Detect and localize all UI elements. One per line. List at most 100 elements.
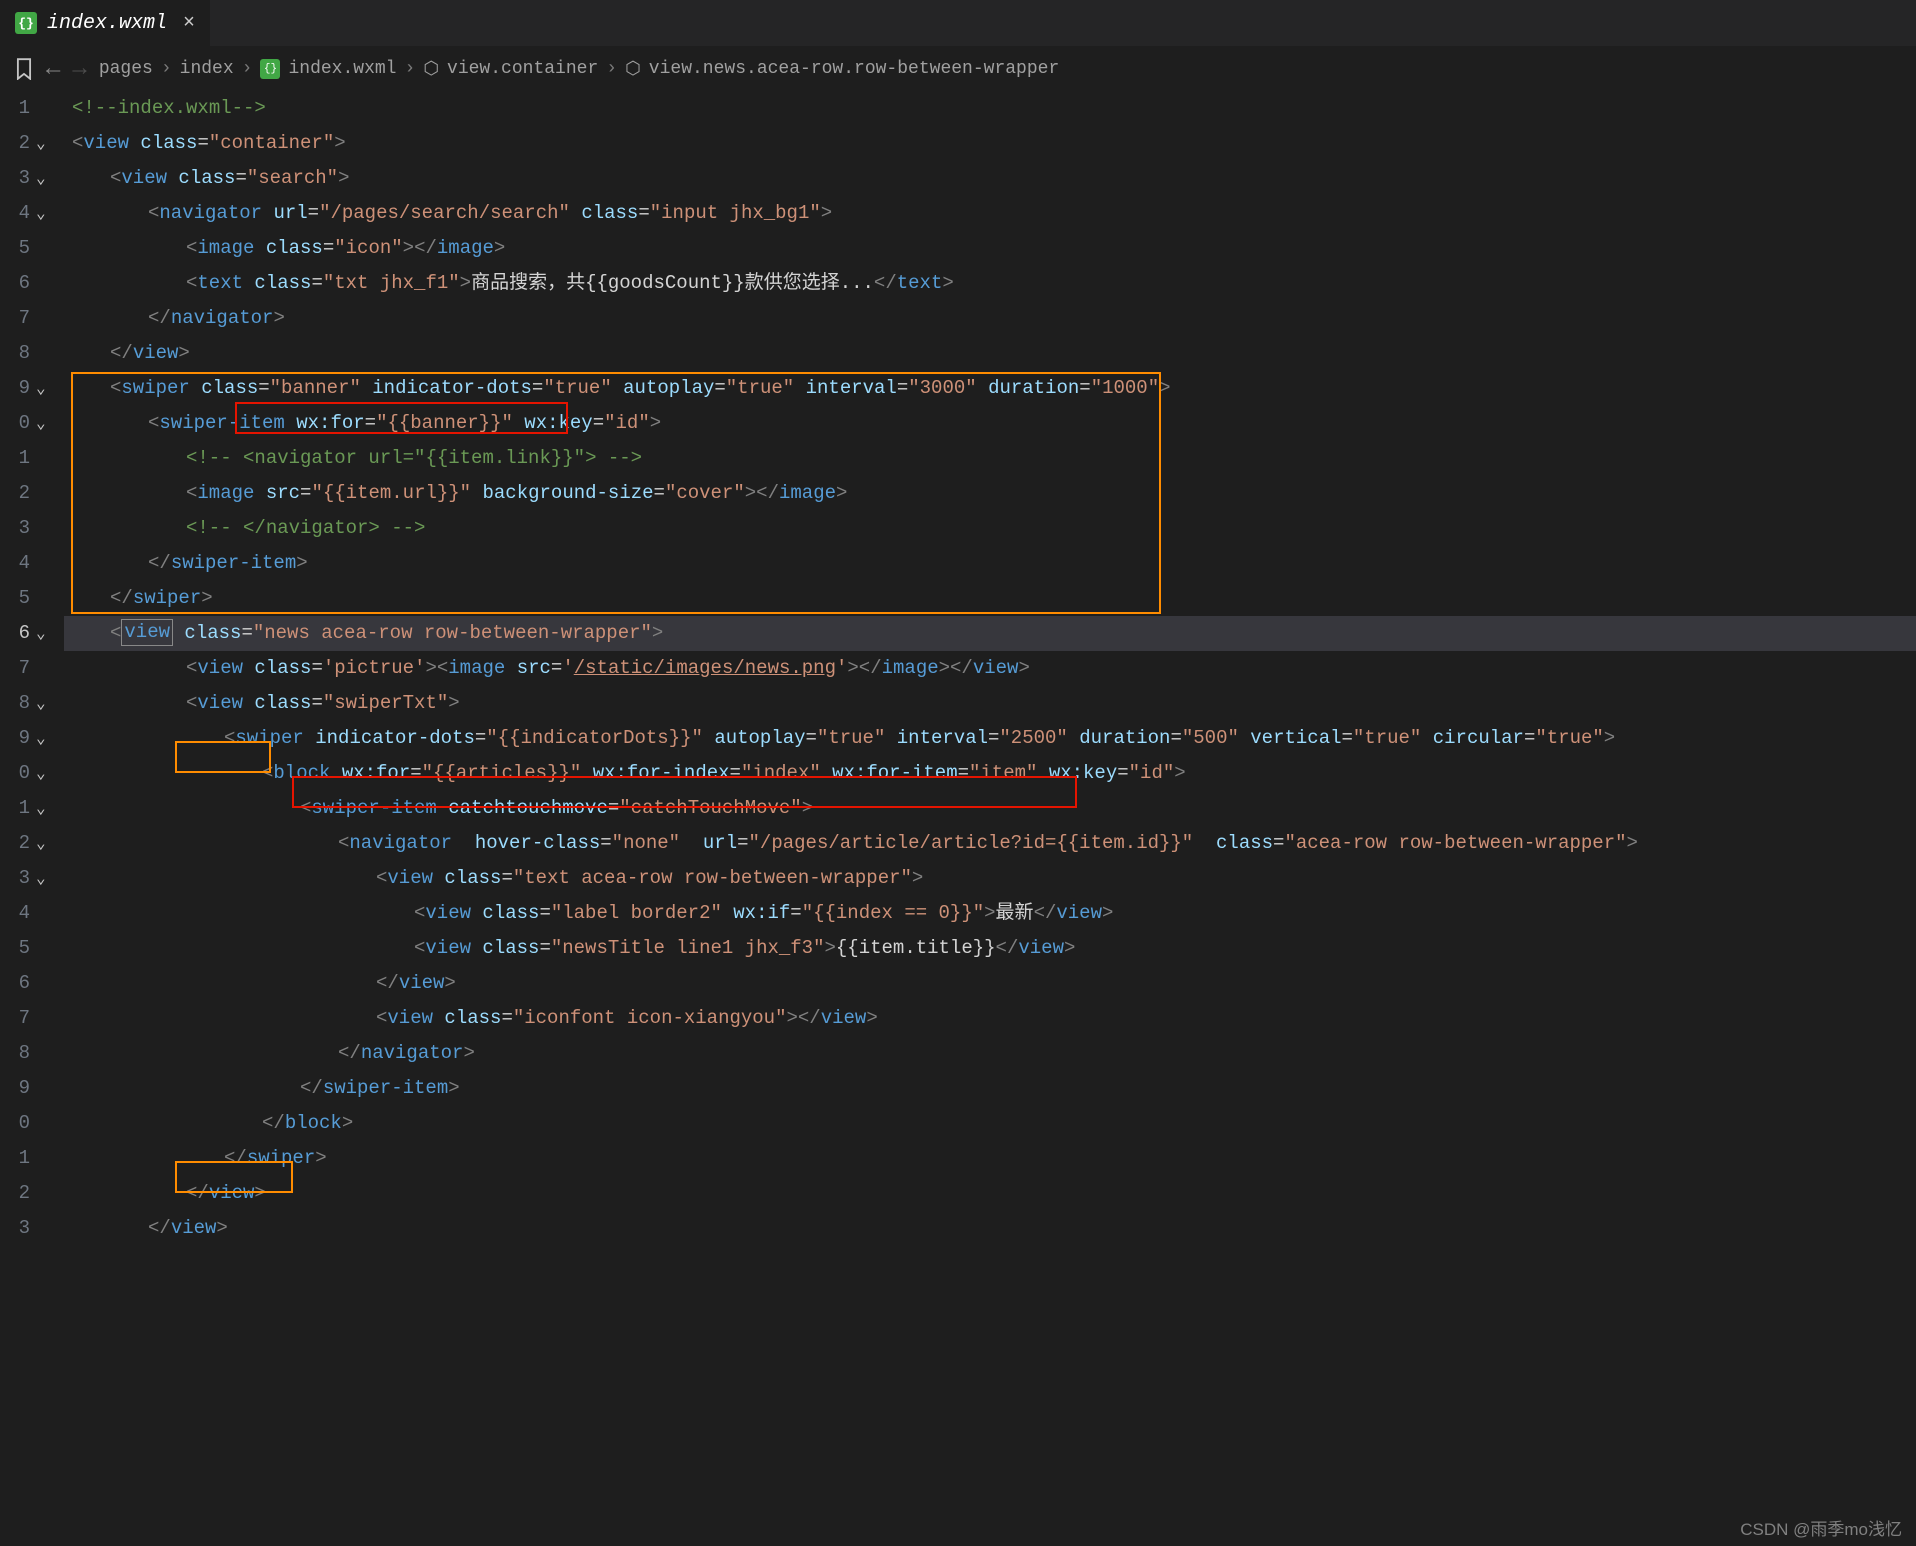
fold-chevron-icon[interactable]: ⌄ (36, 800, 46, 818)
line-number: 4 (0, 196, 30, 231)
nav-back-icon[interactable]: ← (46, 56, 60, 83)
code-line[interactable]: <view class="search"> (64, 161, 1916, 196)
line-number-gutter: 123456789012345678901234567890123 (0, 91, 36, 1246)
fold-chevron-icon[interactable]: ⌄ (36, 835, 46, 853)
code-line[interactable]: <view class="newsTitle line1 jhx_f3">{{i… (64, 931, 1916, 966)
code-line[interactable]: <view class="news acea-row row-between-w… (64, 616, 1916, 651)
code-line[interactable]: <block wx:for="{{articles}}" wx:for-inde… (64, 756, 1916, 791)
line-number: 2 (0, 126, 30, 161)
breadcrumb-segment[interactable]: index (180, 59, 234, 79)
code-line[interactable]: <navigator hover-class="none" url="/page… (64, 826, 1916, 861)
line-number: 2 (0, 826, 30, 861)
code-line[interactable]: <view class="label border2" wx:if="{{ind… (64, 896, 1916, 931)
code-line[interactable]: <view class='pictrue'><image src='/stati… (64, 651, 1916, 686)
fold-chevron-icon[interactable]: ⌄ (36, 205, 46, 223)
line-number: 3 (0, 511, 30, 546)
line-number: 5 (0, 231, 30, 266)
code-line[interactable]: <!-- <navigator url="{{item.link}}"> --> (64, 441, 1916, 476)
chevron-right-icon: › (606, 59, 617, 79)
code-line[interactable]: <navigator url="/pages/search/search" cl… (64, 196, 1916, 231)
code-line[interactable]: </view> (64, 1211, 1916, 1246)
tab-bar: {} index.wxml × (0, 0, 1916, 47)
code-line[interactable]: </view> (64, 336, 1916, 371)
line-number: 7 (0, 1001, 30, 1036)
fold-chevron-icon[interactable]: ⌄ (36, 380, 46, 398)
code-editor[interactable]: 123456789012345678901234567890123 ⌄⌄⌄⌄⌄⌄… (0, 91, 1916, 1246)
code-line[interactable]: <view class="iconfont icon-xiangyou"></v… (64, 1001, 1916, 1036)
fold-chevron-icon[interactable]: ⌄ (36, 765, 46, 783)
symbol-icon: ⬡ (625, 58, 641, 80)
fold-gutter[interactable]: ⌄ ⌄ ⌄ ⌄ ⌄ ⌄ ⌄ ⌄ ⌄ ⌄ ⌄ ⌄ (36, 91, 64, 1246)
chevron-right-icon: › (405, 59, 416, 79)
line-number: 8 (0, 686, 30, 721)
fold-chevron-icon[interactable]: ⌄ (36, 135, 46, 153)
code-line[interactable]: <view class="swiperTxt"> (64, 686, 1916, 721)
line-number: 4 (0, 896, 30, 931)
breadcrumb-segment[interactable]: index.wxml (288, 59, 396, 79)
line-number: 2 (0, 476, 30, 511)
code-line[interactable]: </swiper> (64, 581, 1916, 616)
code-line[interactable]: <!--index.wxml--> (64, 91, 1916, 126)
code-line[interactable]: <swiper-item catchtouchmove="catchTouchM… (64, 791, 1916, 826)
code-area[interactable]: <!--index.wxml--><view class="container"… (64, 91, 1916, 1246)
code-line[interactable]: <swiper-item wx:for="{{banner}}" wx:key=… (64, 406, 1916, 441)
symbol-icon: ⬡ (423, 58, 439, 80)
line-number: 1 (0, 791, 30, 826)
fold-chevron-icon[interactable]: ⌄ (36, 415, 46, 433)
line-number: 0 (0, 406, 30, 441)
line-number: 2 (0, 1176, 30, 1211)
code-line[interactable]: </view> (64, 966, 1916, 1001)
line-number: 3 (0, 161, 30, 196)
fold-chevron-icon[interactable]: ⌄ (36, 730, 46, 748)
code-line[interactable]: <swiper indicator-dots="{{indicatorDots}… (64, 721, 1916, 756)
code-line[interactable]: <image class="icon"></image> (64, 231, 1916, 266)
code-line[interactable]: <!-- </navigator> --> (64, 511, 1916, 546)
line-number: 7 (0, 301, 30, 336)
code-line[interactable]: </block> (64, 1106, 1916, 1141)
breadcrumb-bar: ← → pages › index › {} index.wxml › ⬡ vi… (0, 47, 1916, 91)
line-number: 3 (0, 861, 30, 896)
tab-filename: index.wxml (47, 12, 167, 35)
breadcrumb-segment[interactable]: pages (99, 59, 153, 79)
breadcrumb-segment[interactable]: view.container (447, 59, 598, 79)
line-number: 6 (0, 616, 30, 651)
line-number: 8 (0, 1036, 30, 1071)
fold-chevron-icon[interactable]: ⌄ (36, 170, 46, 188)
chevron-right-icon: › (242, 59, 253, 79)
line-number: 5 (0, 931, 30, 966)
code-line[interactable]: <view class="container"> (64, 126, 1916, 161)
line-number: 6 (0, 966, 30, 1001)
line-number: 5 (0, 581, 30, 616)
line-number: 1 (0, 441, 30, 476)
line-number: 0 (0, 756, 30, 791)
bookmark-icon[interactable] (14, 58, 34, 80)
code-line[interactable]: </swiper-item> (64, 1071, 1916, 1106)
code-line[interactable]: <text class="txt jhx_f1">商品搜索，共{{goodsCo… (64, 266, 1916, 301)
line-number: 6 (0, 266, 30, 301)
code-line[interactable]: </navigator> (64, 301, 1916, 336)
watermark: CSDN @雨季mo浅忆 (1740, 1515, 1902, 1540)
code-line[interactable]: <swiper class="banner" indicator-dots="t… (64, 371, 1916, 406)
code-line[interactable]: </swiper-item> (64, 546, 1916, 581)
code-line[interactable]: </navigator> (64, 1036, 1916, 1071)
code-line[interactable]: </swiper> (64, 1141, 1916, 1176)
editor-tab[interactable]: {} index.wxml × (0, 0, 210, 46)
breadcrumb-segment[interactable]: view.news.acea-row.row-between-wrapper (649, 59, 1059, 79)
line-number: 9 (0, 371, 30, 406)
nav-forward-icon: → (72, 56, 86, 83)
wxml-file-icon: {} (15, 12, 37, 34)
wxml-file-icon: {} (260, 59, 280, 79)
breadcrumb[interactable]: pages › index › {} index.wxml › ⬡ view.c… (99, 58, 1059, 80)
code-line[interactable]: <view class="text acea-row row-between-w… (64, 861, 1916, 896)
fold-chevron-icon[interactable]: ⌄ (36, 695, 46, 713)
fold-chevron-icon[interactable]: ⌄ (36, 870, 46, 888)
close-icon[interactable]: × (183, 12, 195, 35)
line-number: 8 (0, 336, 30, 371)
line-number: 0 (0, 1106, 30, 1141)
fold-chevron-icon[interactable]: ⌄ (36, 625, 46, 643)
code-line[interactable]: <image src="{{item.url}}" background-siz… (64, 476, 1916, 511)
code-line[interactable]: </view> (64, 1176, 1916, 1211)
line-number: 3 (0, 1211, 30, 1246)
chevron-right-icon: › (161, 59, 172, 79)
line-number: 1 (0, 1141, 30, 1176)
